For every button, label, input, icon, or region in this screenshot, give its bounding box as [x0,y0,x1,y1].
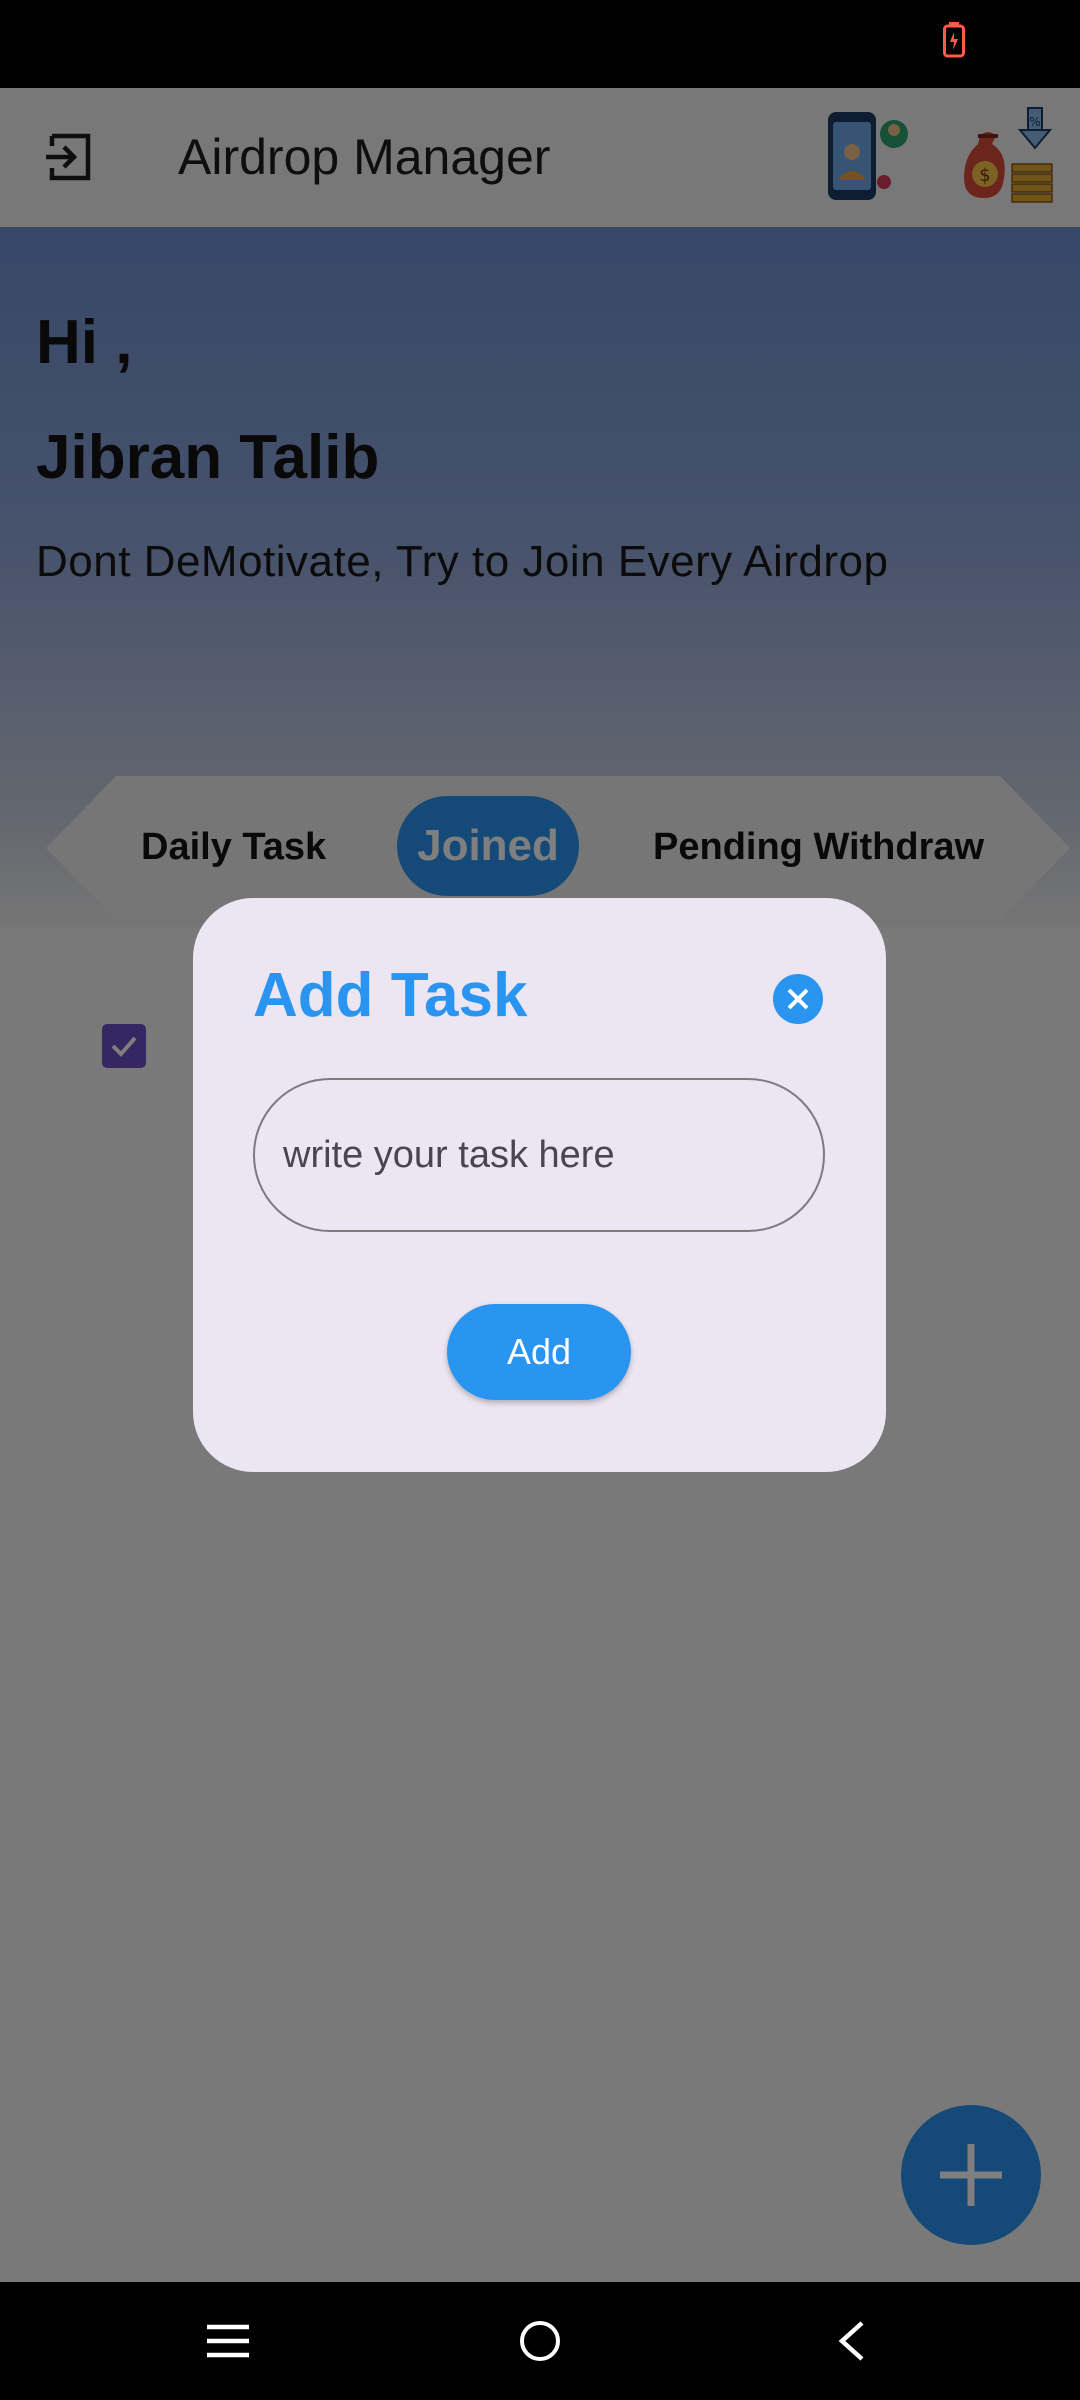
close-icon [787,988,809,1010]
dialog-title: Add Task [253,961,528,1030]
add-button[interactable]: Add [447,1304,631,1400]
close-button[interactable] [773,974,823,1024]
add-task-dialog: Add Task Add [193,898,886,1472]
task-input[interactable] [253,1078,825,1232]
nav-home-button[interactable] [505,2306,575,2376]
battery-charging-icon [943,22,965,58]
status-bar [0,0,1080,88]
screen: Airdrop Manager $ % Hi , Jibran Tali [0,0,1080,2400]
home-icon [520,2321,560,2361]
system-nav-bar [0,2282,1080,2400]
menu-icon [207,2324,249,2358]
nav-back-button[interactable] [817,2306,887,2376]
nav-menu-button[interactable] [193,2306,263,2376]
back-icon [838,2321,864,2361]
